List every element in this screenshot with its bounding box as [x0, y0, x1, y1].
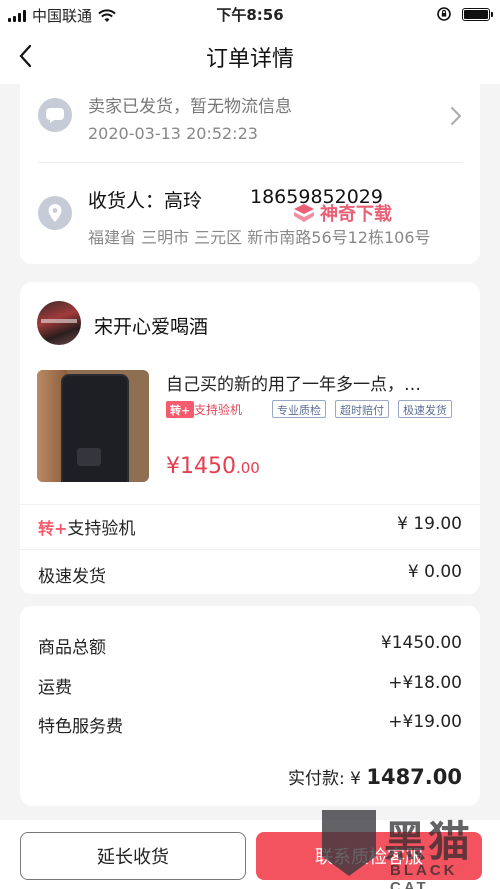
- shop-name[interactable]: 宋开心爱喝酒: [94, 312, 208, 339]
- watermark: 神奇下载: [292, 200, 392, 226]
- summary-value: ¥1450.00: [380, 633, 462, 653]
- shop-avatar[interactable]: [37, 301, 81, 345]
- page-title: 订单详情: [205, 47, 294, 72]
- status-time: 下午8:56: [216, 6, 284, 24]
- divider: [20, 504, 480, 505]
- service-row-fast-shipping: 极速发货 ¥ 0.00: [38, 562, 462, 587]
- summary-value: +¥18.00: [388, 673, 462, 693]
- logistics-time: 2020-03-13 20:52:23: [88, 124, 258, 143]
- summary-row-shipping: 运费 +¥18.00: [38, 673, 462, 698]
- summary-label: 特色服务费: [38, 717, 123, 737]
- badge-professional-inspection: 专业质检: [272, 400, 326, 418]
- summary-label: 运费: [38, 678, 72, 698]
- service-label: 支持验机: [67, 519, 136, 539]
- divider: [38, 162, 462, 163]
- watermark-logo-icon: [294, 204, 314, 222]
- location-pin-icon: [38, 196, 72, 230]
- watermark-text: 神奇下载: [320, 204, 392, 225]
- badge-timeout-compensation: 超时赔付: [335, 400, 389, 418]
- rotation-lock-icon: [437, 7, 451, 21]
- summary-label: 商品总额: [38, 638, 106, 658]
- bottom-action-bar: 延长收货 联系质检客服: [0, 820, 500, 889]
- summary-row-service-fee: 特色服务费 +¥19.00: [38, 712, 462, 737]
- service-value: ¥ 0.00: [407, 562, 462, 582]
- delivery-card: 卖家已发货，暂无物流信息 2020-03-13 20:52:23 收货人：高玲 …: [20, 84, 480, 264]
- product-title: 自己买的新的用了一年多一点，…: [166, 375, 421, 395]
- status-bar: 中国联通 下午8:56: [0, 0, 500, 28]
- total-paid-label: 实付款:: [287, 769, 351, 789]
- total-paid-value: 1487.00: [366, 765, 462, 789]
- support-inspection-tag: 支持验机: [194, 403, 243, 417]
- product-image[interactable]: [37, 370, 149, 482]
- badge-fast-shipping: 极速发货: [398, 400, 452, 418]
- contact-inspection-service-button[interactable]: 联系质检客服: [256, 832, 482, 880]
- product-price: ¥1450.00: [166, 454, 260, 479]
- zhuan-icon: 转+: [38, 519, 68, 538]
- logistics-status: 卖家已发货，暂无物流信息: [88, 97, 292, 117]
- recipient-address: 福建省 三明市 三元区 新市南路56号12栋106号: [88, 228, 431, 247]
- price-summary-card: 商品总额 ¥1450.00 运费 +¥18.00 特色服务费 +¥19.00 实…: [20, 606, 480, 806]
- divider: [20, 549, 480, 550]
- message-icon: [38, 98, 72, 132]
- service-label: 极速发货: [38, 567, 106, 587]
- summary-value: +¥19.00: [388, 712, 462, 732]
- nav-bar: 订单详情: [0, 28, 500, 84]
- order-item-card: 宋开心爱喝酒 自己买的新的用了一年多一点，… 转+ 支持验机 专业质检 超时赔付…: [20, 282, 480, 594]
- battery-icon: [462, 7, 493, 21]
- chevron-right-icon: [451, 107, 462, 125]
- zhuan-tag: 转+: [166, 401, 195, 418]
- recipient-name: 收货人：高玲: [88, 190, 203, 212]
- status-right: [436, 6, 493, 22]
- summary-row-goods-total: 商品总额 ¥1450.00: [38, 633, 462, 658]
- service-value: ¥ 19.00: [397, 514, 462, 534]
- extend-receipt-button[interactable]: 延长收货: [20, 832, 246, 880]
- service-row-inspection: 转+支持验机 ¥ 19.00: [38, 514, 462, 539]
- total-paid: 实付款: ¥ 1487.00: [287, 765, 462, 789]
